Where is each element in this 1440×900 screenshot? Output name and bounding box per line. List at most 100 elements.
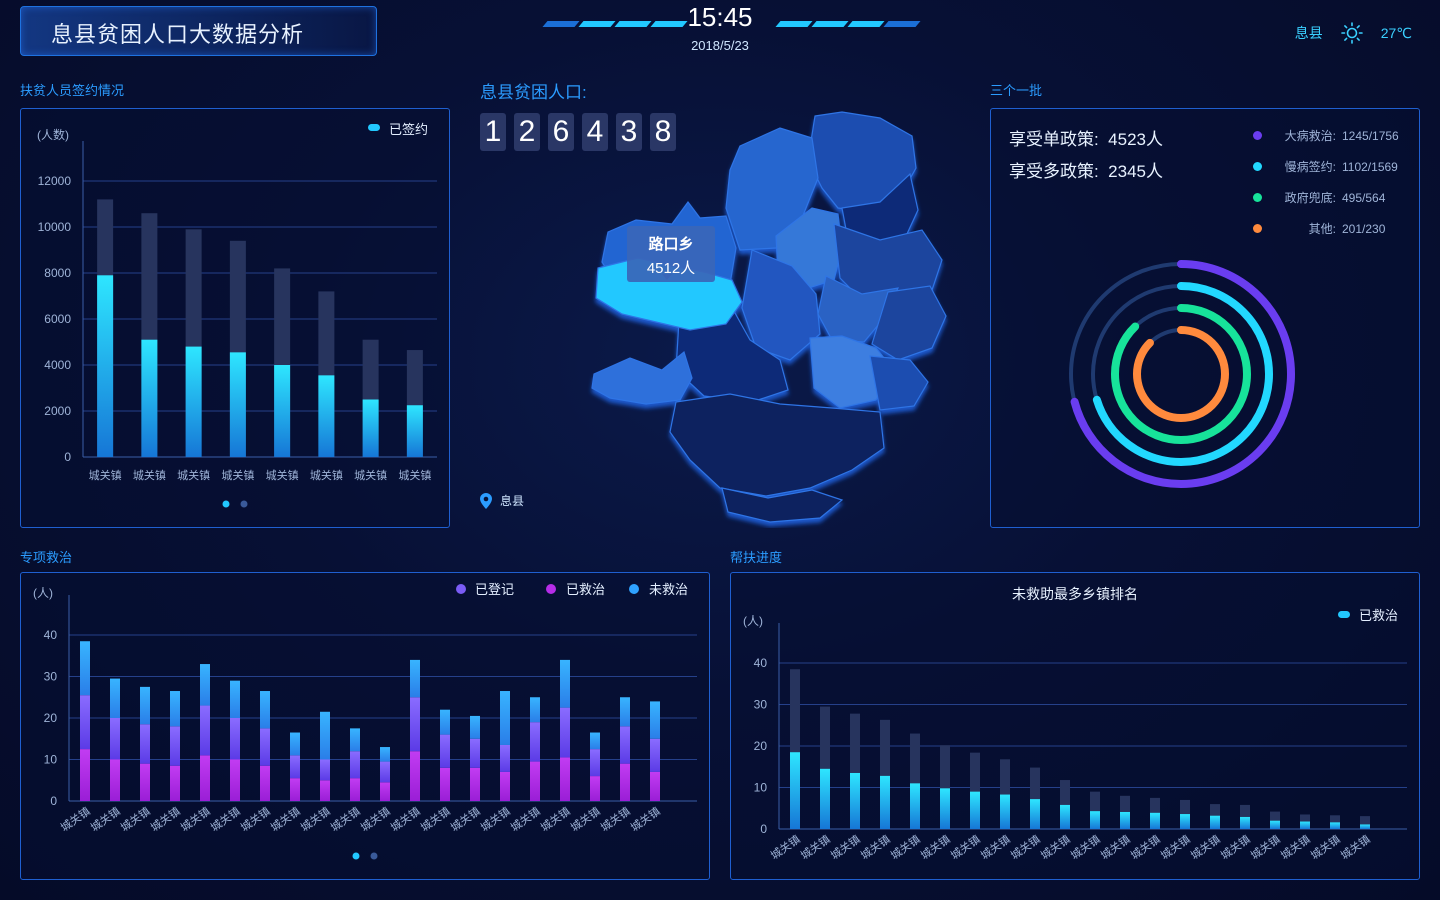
treat-bar-registered bbox=[110, 718, 120, 760]
treat-bar-registered bbox=[440, 734, 450, 768]
sign-legend-swatch bbox=[368, 124, 380, 131]
section-title-batch: 三个一批 bbox=[990, 83, 1043, 98]
page-dot-active[interactable] bbox=[222, 500, 230, 508]
treat-bar-untreated bbox=[290, 732, 300, 756]
progress-x-label: 城关镇 bbox=[1308, 832, 1343, 862]
progress-tick-label: 20 bbox=[754, 739, 768, 753]
treat-x-label: 城关镇 bbox=[298, 804, 333, 834]
progress-x-label: 城关镇 bbox=[978, 832, 1013, 862]
sign-tick-label: 0 bbox=[64, 450, 71, 464]
treat-bar-treated bbox=[560, 757, 570, 801]
progress-bar bbox=[850, 772, 860, 829]
treat-tick-label: 0 bbox=[50, 794, 57, 808]
counter-digit: 6 bbox=[548, 113, 574, 151]
treat-panel: (人) 已登记 已救治 未救治 0 10 20 30 40 城关镇 城关镇 城关镇 城关镇 城关… bbox=[20, 572, 710, 880]
treat-bar-registered bbox=[560, 707, 570, 758]
sign-tick-label: 4000 bbox=[44, 358, 71, 372]
sign-bar bbox=[141, 339, 158, 457]
progress-bar bbox=[1240, 816, 1250, 829]
treat-bar-untreated bbox=[380, 747, 390, 762]
treat-bar-registered bbox=[410, 697, 420, 752]
sign-tick-label: 10000 bbox=[38, 220, 72, 234]
progress-bar bbox=[1030, 799, 1040, 829]
progress-x-label: 城关镇 bbox=[1248, 832, 1283, 862]
progress-x-label: 城关镇 bbox=[1008, 832, 1043, 862]
batch-panel: 享受单政策: 4523人 享受多政策: 2345人 大病救治: 1245/175… bbox=[990, 108, 1420, 528]
treat-bar-untreated bbox=[440, 709, 450, 735]
treat-bar-untreated bbox=[500, 691, 510, 745]
legend-label-treated[interactable]: 已救治 bbox=[566, 582, 605, 597]
page-dot[interactable] bbox=[240, 500, 248, 508]
sign-panel: (人数) 已签约 0 2000 4000 6000 8000 10000 12000 城关镇… bbox=[20, 108, 450, 528]
map-region[interactable] bbox=[591, 350, 693, 405]
sign-bar bbox=[406, 405, 423, 457]
sign-bar bbox=[229, 352, 246, 457]
treat-bar-untreated bbox=[470, 715, 480, 739]
sign-legend-label[interactable]: 已签约 bbox=[389, 122, 428, 137]
treat-bar-treated bbox=[80, 749, 90, 801]
treat-bar-untreated bbox=[80, 641, 90, 696]
treat-bar-treated bbox=[410, 751, 420, 801]
progress-x-label: 城关镇 bbox=[1158, 832, 1193, 862]
treat-bar-treated bbox=[320, 780, 330, 801]
treat-bar-registered bbox=[590, 749, 600, 777]
map-region[interactable] bbox=[869, 355, 929, 411]
progress-x-label: 城关镇 bbox=[888, 832, 923, 862]
treat-x-label: 城关镇 bbox=[118, 804, 153, 834]
treat-x-label: 城关镇 bbox=[358, 804, 393, 834]
legend-item-chronic-signing[interactable]: 慢病签约: 1102/1569 bbox=[1253, 158, 1398, 175]
legend-dot-registered bbox=[456, 584, 466, 594]
map-location: 息县 bbox=[480, 492, 524, 509]
progress-x-label: 城关镇 bbox=[1278, 832, 1313, 862]
progress-panel: 未救助最多乡镇排名 (人) 已救治 0 10 20 30 40 城关镇 城关镇 城关镇 城关镇… bbox=[730, 572, 1420, 880]
sign-bar bbox=[318, 375, 335, 457]
legend-label-untreated[interactable]: 未救治 bbox=[649, 582, 688, 597]
progress-tick-label: 30 bbox=[754, 698, 768, 712]
progress-bar bbox=[1000, 794, 1010, 829]
sign-x-label: 城关镇 bbox=[177, 468, 210, 482]
treat-bar-untreated bbox=[170, 691, 180, 727]
progress-x-label: 城关镇 bbox=[828, 832, 863, 862]
sun-icon bbox=[1340, 22, 1363, 44]
sign-tick-label: 8000 bbox=[44, 266, 71, 280]
treat-chart: (人) 已登记 已救治 未救治 010203040 城关镇城关镇城关镇城关镇城关… bbox=[33, 582, 697, 860]
progress-x-label: 城关镇 bbox=[918, 832, 953, 862]
treat-bar-untreated bbox=[230, 680, 240, 718]
legend-item-other[interactable]: 其他: 201/230 bbox=[1253, 220, 1385, 237]
treat-bar-treated bbox=[260, 765, 270, 801]
page-dot-active[interactable] bbox=[352, 852, 360, 860]
treat-x-label: 城关镇 bbox=[88, 804, 123, 834]
legend-dot-untreated bbox=[629, 584, 639, 594]
progress-bar bbox=[1330, 822, 1340, 829]
sign-x-label: 城关镇 bbox=[221, 468, 254, 482]
sign-x-label: 城关镇 bbox=[398, 468, 431, 482]
sign-x-label: 城关镇 bbox=[310, 468, 343, 482]
treat-bar-treated bbox=[500, 771, 510, 801]
progress-x-label: 城关镇 bbox=[798, 832, 833, 862]
map-region[interactable] bbox=[669, 393, 885, 497]
treat-x-label: 城关镇 bbox=[598, 804, 633, 834]
legend-item-serious-illness[interactable]: 大病救治: 1245/1756 bbox=[1253, 127, 1399, 144]
legend-item-government-support[interactable]: 政府兜底: 495/564 bbox=[1253, 189, 1385, 206]
treat-bar-treated bbox=[200, 755, 210, 801]
page-dot[interactable] bbox=[370, 852, 378, 860]
treat-bar-registered bbox=[620, 726, 630, 764]
legend-label-registered[interactable]: 已登记 bbox=[475, 582, 514, 597]
weather-widget: 息县 27℃ bbox=[1295, 22, 1412, 44]
treat-bar-treated bbox=[650, 771, 660, 801]
section-title-treat: 专项救治 bbox=[20, 550, 73, 565]
counter-digit: 2 bbox=[514, 113, 540, 151]
treat-bar-untreated bbox=[320, 711, 330, 760]
treat-x-label: 城关镇 bbox=[208, 804, 243, 834]
legend-dot bbox=[1253, 193, 1262, 202]
progress-legend-label[interactable]: 已救治 bbox=[1359, 608, 1398, 623]
progress-x-label: 城关镇 bbox=[1068, 832, 1103, 862]
tooltip-name: 路口乡 bbox=[648, 235, 693, 253]
treat-bar-treated bbox=[230, 759, 240, 801]
treat-bar-treated bbox=[530, 761, 540, 801]
progress-x-label: 城关镇 bbox=[858, 832, 893, 862]
treat-bar-registered bbox=[140, 724, 150, 764]
progress-bar bbox=[1210, 815, 1220, 829]
progress-bar bbox=[880, 775, 890, 829]
treat-bar-registered bbox=[260, 728, 270, 766]
